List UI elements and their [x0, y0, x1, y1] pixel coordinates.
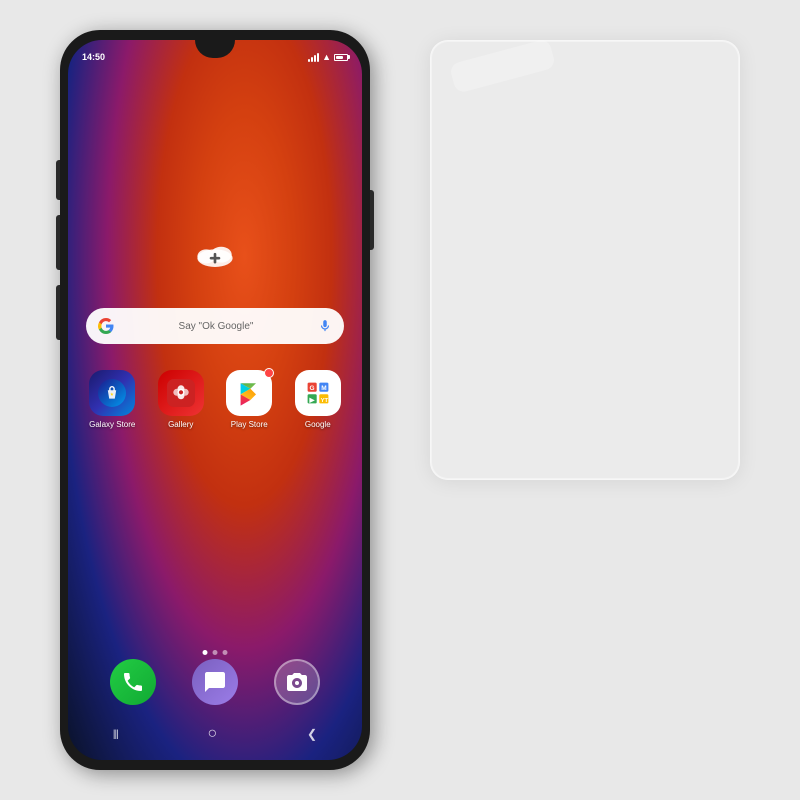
svg-text:▶: ▶ — [308, 397, 315, 404]
gallery-label: Gallery — [168, 420, 193, 430]
galaxy-store-label: Galaxy Store — [89, 420, 135, 430]
battery-fill — [336, 56, 343, 59]
page-dot-2 — [213, 650, 218, 655]
screen-protector — [430, 40, 740, 480]
app-item-google[interactable]: G M ▶ YT Google — [290, 370, 346, 430]
svg-text:M: M — [321, 385, 326, 392]
mic-icon[interactable] — [318, 319, 332, 333]
volume-down-button — [56, 215, 60, 270]
samsung-cloud-icon — [193, 235, 237, 269]
bixby-button — [56, 285, 60, 340]
signal-icon — [308, 53, 319, 62]
nav-home[interactable]: ○ — [208, 725, 218, 743]
dock-phone[interactable] — [110, 659, 156, 705]
status-time: 14:50 — [82, 52, 105, 62]
scene: 14:50 ▲ — [0, 0, 800, 800]
app-item-gallery[interactable]: Gallery — [153, 370, 209, 430]
page-dot-3 — [223, 650, 228, 655]
svg-text:G: G — [309, 385, 314, 392]
page-dots — [203, 650, 228, 655]
play-store-notif-dot — [264, 368, 274, 378]
svg-text:YT: YT — [320, 398, 328, 404]
status-icons: ▲ — [308, 52, 348, 62]
app-item-galaxy-store[interactable]: Galaxy Store — [84, 370, 140, 430]
galaxy-store-icon — [89, 370, 135, 416]
dock-camera[interactable] — [274, 659, 320, 705]
google-icon: G M ▶ YT — [295, 370, 341, 416]
google-search-bar[interactable]: Say "Ok Google" — [86, 308, 344, 344]
nav-back[interactable]: ❮ — [307, 727, 317, 741]
google-g-icon — [98, 318, 114, 334]
play-store-icon — [226, 370, 272, 416]
battery-icon — [334, 54, 348, 61]
nav-bar: ||| ○ ❮ — [68, 716, 362, 752]
dock-messages[interactable] — [192, 659, 238, 705]
play-store-label: Play Store — [231, 420, 268, 430]
nav-recent[interactable]: ||| — [113, 729, 118, 740]
gallery-icon — [158, 370, 204, 416]
search-placeholder: Say "Ok Google" — [122, 321, 310, 332]
phone-screen: 14:50 ▲ — [68, 40, 362, 760]
app-item-play-store[interactable]: Play Store — [221, 370, 277, 430]
power-button — [370, 190, 374, 250]
page-dot-1 — [203, 650, 208, 655]
volume-up-button — [56, 160, 60, 200]
dock — [68, 659, 362, 705]
phone: 14:50 ▲ — [60, 30, 370, 770]
app-row-1: Galaxy Store — [68, 370, 362, 430]
google-label: Google — [305, 420, 331, 430]
wifi-icon: ▲ — [322, 52, 331, 62]
